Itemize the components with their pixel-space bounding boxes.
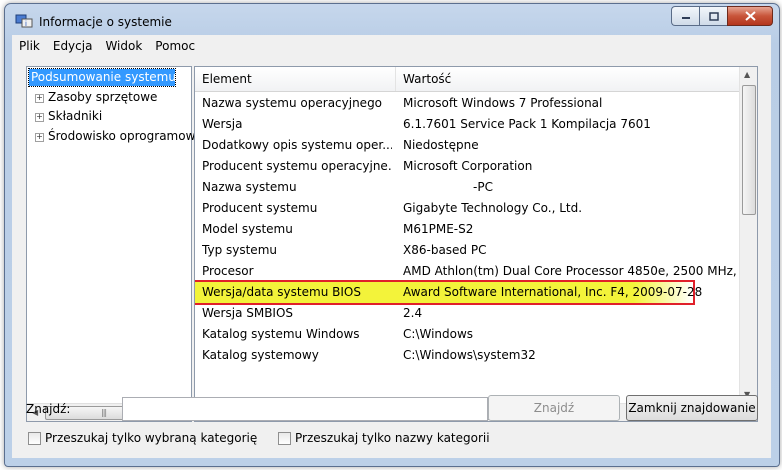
tree-item-label: Zasoby sprzętowe [48, 90, 158, 104]
cell-value: AMD Athlon(tm) Dual Core Processor 4850e… [403, 264, 743, 278]
table-row[interactable]: Wersja SMBIOS 2.4 [195, 303, 743, 324]
cell-element: Nazwa systemu operacyjnego [202, 96, 383, 110]
list-rows: Nazwa systemu operacyjnego Microsoft Wind… [195, 93, 743, 366]
tree-item-label: Składniki [48, 109, 103, 123]
cell-value: Gigabyte Technology Co., Ltd. [403, 201, 583, 215]
find-input[interactable] [122, 397, 488, 421]
cell-element: Wersja/data systemu BIOS [202, 285, 361, 299]
expand-icon[interactable]: + [35, 113, 44, 122]
window-title: Informacje o systemie [39, 15, 172, 29]
details-list[interactable]: Element Wartość Nazwa systemu operacyjne… [194, 66, 758, 422]
cell-element: Model systemu [202, 222, 293, 236]
table-row[interactable]: Procesor AMD Athlon(tm) Dual Core Process… [195, 261, 743, 282]
maximize-icon [708, 11, 719, 21]
list-header: Element Wartość [195, 67, 743, 92]
minimize-button[interactable] [671, 6, 699, 26]
menu-help[interactable]: Pomoc [148, 35, 201, 55]
table-row[interactable]: Producent systemu operacyjne... Microsoft… [195, 156, 743, 177]
menu-view[interactable]: Widok [98, 35, 148, 55]
menu-edit[interactable]: Edycja [46, 35, 99, 55]
system-info-icon: i [15, 14, 33, 28]
caption-buttons [671, 6, 773, 26]
table-row[interactable]: Wersja/data systemu BIOS Award Software I… [195, 280, 743, 305]
cell-value: Microsoft Corporation [403, 159, 533, 173]
cell-element: Producent systemu [202, 201, 318, 215]
cell-value: 6.1.7601 Service Pack 1 Kompilacja 7601 [403, 117, 651, 131]
cell-element: Typ systemu [202, 243, 277, 257]
cell-value: Microsoft Windows 7 Professional [403, 96, 603, 110]
cell-value: M61PME-S2 [403, 222, 474, 236]
expand-icon[interactable]: + [35, 133, 44, 142]
cell-element: Wersja SMBIOS [202, 306, 294, 320]
client-area: Plik Edycja Widok Pomoc Podsumowanie sys… [12, 35, 771, 458]
close-find-button[interactable]: Zamknij znajdowanie [626, 395, 758, 421]
scroll-up-icon[interactable]: ▲ [744, 70, 750, 79]
search-selected-category-option[interactable]: Przeszukaj tylko wybraną kategorię [28, 431, 257, 445]
minimize-icon [681, 17, 690, 19]
table-row[interactable]: Typ systemu X86-based PC [195, 240, 743, 261]
cell-element: Dodatkowy opis systemu oper... [202, 138, 392, 152]
category-tree[interactable]: Podsumowanie systemu + Zasoby sprzętowe +… [26, 66, 221, 422]
checkbox-label: Przeszukaj tylko wybraną kategorię [45, 431, 258, 445]
cell-element: Producent systemu operacyjne... [202, 159, 392, 173]
table-row[interactable]: Nazwa systemu operacyjnego Microsoft Wind… [195, 93, 743, 114]
search-category-names-option[interactable]: Przeszukaj tylko nazwy kategorii [278, 431, 490, 445]
cell-element: Procesor [202, 264, 254, 278]
grip-icon: ||| [101, 408, 107, 417]
close-icon [744, 11, 756, 21]
scrollbar-thumb[interactable] [742, 85, 756, 215]
cell-element: Nazwa systemu [202, 180, 297, 194]
list-vertical-scrollbar[interactable]: ▲ ▼ [739, 67, 757, 404]
cell-value: Award Software International, Inc. F4, 2… [403, 285, 703, 299]
cell-element: Wersja [202, 117, 243, 131]
cell-element: Katalog systemowy [202, 348, 319, 362]
cell-element: Katalog systemu Windows [202, 327, 360, 341]
table-row[interactable]: Producent systemu Gigabyte Technology Co.… [195, 198, 743, 219]
cell-value: Niedostępne [403, 138, 479, 152]
tree-item-system-summary[interactable]: Podsumowanie systemu [28, 68, 176, 87]
table-row[interactable]: Katalog systemu Windows C:\Windows [195, 324, 743, 345]
column-divider[interactable] [395, 67, 396, 91]
checkbox[interactable] [28, 431, 41, 445]
table-row[interactable]: Wersja 6.1.7601 Service Pack 1 Kompilacja… [195, 114, 743, 135]
column-header-value[interactable]: Wartość [403, 72, 451, 86]
cell-value: 2.4 [403, 306, 423, 320]
tree-item-hardware[interactable]: + Zasoby sprzętowe [35, 88, 157, 106]
column-header-element[interactable]: Element [202, 72, 252, 86]
menu-bar: Plik Edycja Widok Pomoc [12, 35, 771, 55]
menu-file[interactable]: Plik [12, 35, 46, 55]
table-row[interactable]: Nazwa systemu -PC [195, 177, 743, 198]
table-row[interactable]: Dodatkowy opis systemu oper... Niedostępn… [195, 135, 743, 156]
cell-value: C:\Windows [403, 327, 474, 341]
table-row[interactable]: Model systemu M61PME-S2 [195, 219, 743, 240]
close-button[interactable] [727, 6, 773, 26]
cell-value: X86-based PC [403, 243, 487, 257]
cell-value: -PC [473, 180, 493, 194]
checkbox[interactable] [278, 431, 291, 445]
app-window: i Informacje o systemie Plik Edycja Wido… [4, 3, 780, 467]
table-row[interactable]: Katalog systemowy C:\Windows\system32 [195, 345, 743, 366]
tree-item-components[interactable]: + Składniki [35, 107, 102, 125]
find-label: Znajdź: [26, 402, 71, 416]
title-bar[interactable]: i Informacje o systemie [5, 4, 779, 34]
find-button[interactable]: Znajdź [488, 395, 620, 421]
checkbox-label: Przeszukaj tylko nazwy kategorii [295, 431, 490, 445]
maximize-button[interactable] [699, 6, 727, 26]
expand-icon[interactable]: + [35, 94, 44, 103]
cell-value: C:\Windows\system32 [403, 348, 536, 362]
svg-text:i: i [25, 20, 27, 28]
